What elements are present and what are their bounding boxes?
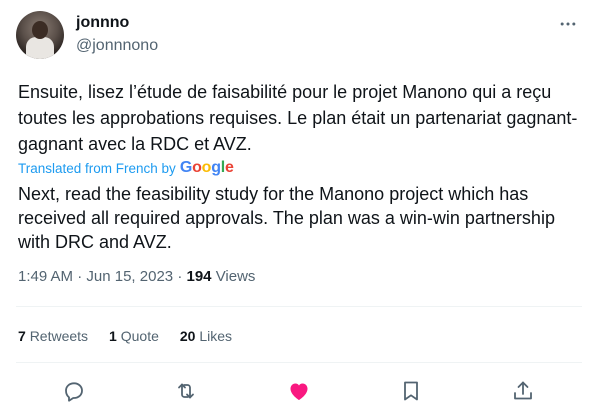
action-bar — [61, 378, 536, 404]
bookmark-button[interactable] — [398, 378, 424, 404]
quotes-stat[interactable]: 1 Quote — [109, 328, 159, 344]
tweet-date[interactable]: Jun 15, 2023 — [86, 268, 173, 285]
retweet-button[interactable] — [173, 378, 199, 404]
translated-text: Next, read the feasibility study for the… — [18, 184, 555, 252]
tweet-text: Ensuite, lisez l’étude de faisabilité po… — [18, 82, 578, 154]
more-horizontal-icon — [560, 22, 576, 26]
likes-label: Likes — [199, 328, 233, 344]
retweets-stat[interactable]: 7 Retweets — [18, 328, 88, 344]
retweets-label: Retweets — [29, 328, 89, 344]
like-button[interactable] — [286, 378, 312, 404]
quotes-count: 1 — [109, 328, 117, 344]
meta-separator: · — [77, 268, 83, 285]
tweet-time[interactable]: 1:49 AM — [18, 268, 73, 285]
tweet-meta: 1:49 AM · Jun 15, 2023 · 194 Views — [18, 268, 255, 285]
views-count[interactable]: 194 — [186, 268, 211, 285]
retweets-count: 7 — [18, 328, 26, 344]
share-button[interactable] — [510, 378, 536, 404]
display-name[interactable]: jonnno — [76, 14, 129, 32]
user-handle[interactable]: @jonnnono — [76, 37, 158, 55]
divider — [16, 362, 582, 363]
quotes-label: Quote — [120, 328, 159, 344]
google-logo: Google — [179, 159, 234, 176]
share-icon — [514, 381, 532, 400]
heart-icon — [290, 383, 307, 400]
translation-attribution[interactable]: Translated from French by Google — [18, 159, 234, 177]
avatar[interactable] — [16, 11, 64, 59]
meta-separator: · — [177, 268, 183, 285]
translated-label: Translated from French by — [18, 160, 176, 176]
retweet-icon — [178, 383, 195, 399]
reply-button[interactable] — [61, 378, 87, 404]
views-label: Views — [215, 268, 256, 285]
tweet-stats: 7 Retweets 1 Quote 20 Likes — [18, 328, 232, 344]
more-options-button[interactable] — [556, 12, 580, 36]
bookmark-icon — [403, 381, 418, 401]
likes-count: 20 — [179, 328, 196, 344]
divider — [16, 306, 582, 307]
likes-stat[interactable]: 20 Likes — [180, 328, 232, 344]
reply-icon — [65, 382, 83, 402]
